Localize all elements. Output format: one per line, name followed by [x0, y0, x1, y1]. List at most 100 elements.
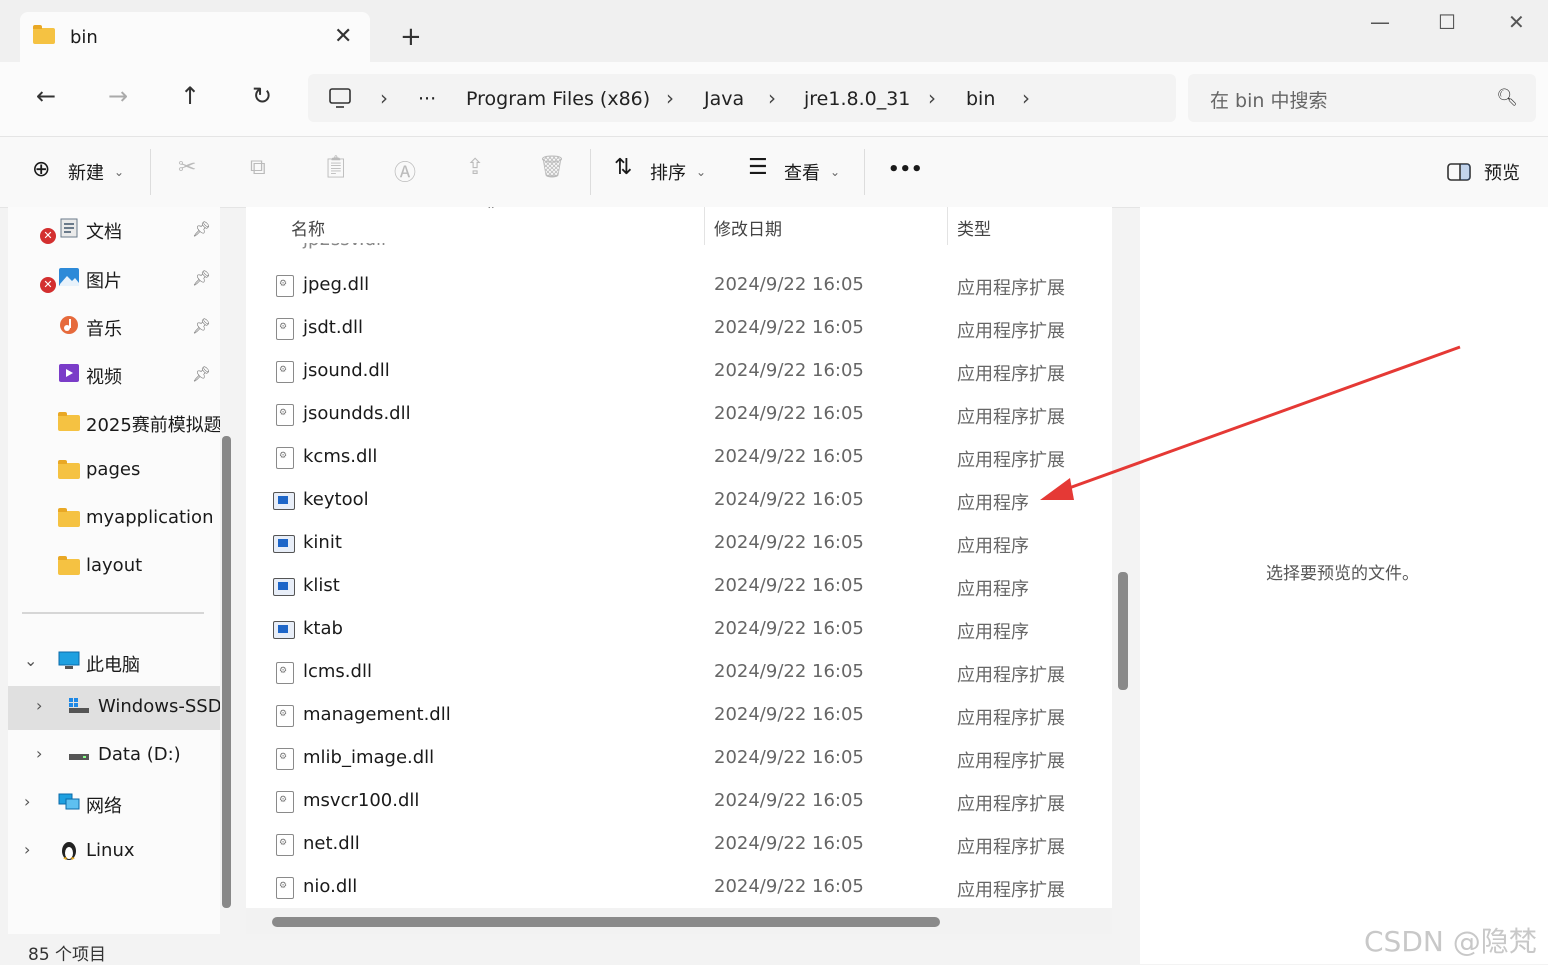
tab-bin[interactable]: bin ✕ — [20, 12, 370, 62]
breadcrumb-java[interactable]: Java — [704, 88, 744, 110]
preview-pane-icon[interactable] — [1447, 163, 1471, 183]
sidebar-scrollbar[interactable] — [222, 436, 231, 908]
sidebar-item-network[interactable]: › 网络 — [8, 782, 220, 826]
folder-icon — [33, 25, 55, 44]
plus-circle-icon[interactable]: ⊕ — [32, 157, 50, 182]
column-header-name[interactable]: 名称 — [291, 215, 325, 240]
file-row[interactable]: jsdt.dll2024/9/22 16:05应用程序扩展 — [246, 307, 1112, 350]
sidebar-item-windows-ssd[interactable]: › Windows-SSD — [8, 686, 220, 730]
breadcrumb-bin[interactable]: bin — [966, 88, 995, 110]
column-header-type[interactable]: 类型 — [957, 215, 991, 240]
file-row[interactable]: kcms.dll2024/9/22 16:05应用程序扩展 — [246, 436, 1112, 479]
file-row[interactable]: jpeg.dll 2024/9/22 16:05 应用程序扩展 — [246, 264, 1112, 307]
horizontal-scrollbar[interactable] — [272, 917, 940, 927]
file-row[interactable]: lcms.dll 2024/9/22 16:05 应用程序扩展 — [246, 651, 1112, 694]
column-divider[interactable] — [947, 207, 948, 245]
search-input[interactable]: 在 bin 中搜索 — [1210, 86, 1327, 113]
sidebar-item-folder[interactable]: pages — [8, 449, 220, 493]
file-row[interactable]: kinit 2024/9/22 16:05 应用程序 — [246, 522, 1112, 565]
refresh-button[interactable]: ↻ — [252, 82, 272, 110]
close-window-button[interactable]: ✕ — [1508, 10, 1525, 34]
sidebar-item-data-drive[interactable]: › Data (D:) — [8, 734, 220, 778]
breadcrumb-program-files[interactable]: Program Files (x86) — [466, 88, 650, 110]
copy-icon[interactable]: ⧉ — [250, 155, 266, 180]
file-row[interactable]: ktab 2024/9/22 16:05 应用程序 — [246, 608, 1112, 651]
file-type: 应用程序扩展 — [957, 708, 1065, 729]
breadcrumb-overflow[interactable]: ··· — [418, 88, 436, 110]
minimize-button[interactable]: — — [1370, 10, 1390, 34]
file-type: 应用程序 — [957, 579, 1029, 600]
sidebar-item-videos[interactable]: 视频 📌︎ — [8, 353, 220, 397]
chevron-down-icon[interactable]: ⌄ — [830, 165, 840, 179]
delete-icon[interactable]: 🗑︎ — [538, 155, 566, 180]
file-row[interactable]: mlib_image.dll 2024/9/22 16:05 应用程序扩展 — [246, 737, 1112, 780]
maximize-button[interactable]: ☐ — [1438, 10, 1456, 34]
file-row[interactable]: keytool 2024/9/22 16:05 应用程序 — [246, 479, 1112, 522]
chevron-right-icon[interactable]: › — [666, 86, 674, 110]
more-options-button[interactable]: ••• — [888, 159, 923, 180]
divider — [22, 612, 204, 614]
file-row[interactable]: klist 2024/9/22 16:05 应用程序 — [246, 565, 1112, 608]
sidebar-item-folder[interactable]: layout — [8, 545, 220, 589]
chevron-down-icon[interactable]: ⌄ — [24, 651, 37, 670]
dll-file-icon — [276, 834, 294, 856]
sort-button[interactable]: 排序 — [650, 159, 686, 185]
file-row[interactable]: management.dll 2024/9/22 16:05 应用程序扩展 — [246, 694, 1112, 737]
chevron-down-icon[interactable]: ⌄ — [696, 165, 706, 179]
column-divider[interactable] — [704, 207, 705, 245]
forward-button[interactable]: → — [108, 82, 128, 110]
search-box[interactable]: 在 bin 中搜索 🔍︎ — [1188, 74, 1536, 122]
view-button[interactable]: 查看 — [784, 159, 820, 185]
sidebar-item-this-pc[interactable]: ⌄ 此电脑 — [8, 641, 220, 685]
chevron-right-icon[interactable]: › — [1022, 86, 1030, 110]
close-icon[interactable]: ✕ — [334, 24, 352, 49]
chevron-right-icon[interactable]: › — [36, 744, 42, 763]
file-row[interactable]: nio.dll 2024/9/22 16:05 应用程序扩展 — [246, 866, 1112, 909]
chevron-down-icon[interactable]: ⌄ — [114, 165, 124, 179]
file-name: nio.dll — [303, 876, 358, 897]
chevron-right-icon[interactable]: › — [24, 792, 30, 811]
sidebar-item-label: 网络 — [86, 796, 122, 817]
new-button[interactable]: 新建 — [68, 159, 104, 185]
chevron-right-icon[interactable]: › — [380, 86, 388, 110]
rename-icon[interactable]: Ⓐ — [394, 155, 416, 187]
file-type: 应用程序扩展 — [957, 751, 1065, 772]
sidebar-item-folder[interactable]: myapplication — [8, 497, 220, 541]
back-button[interactable]: ← — [36, 82, 56, 110]
file-row[interactable]: net.dll 2024/9/22 16:05 应用程序扩展 — [246, 823, 1112, 866]
file-row[interactable]: msvcr100.dll 2024/9/22 16:05 应用程序扩展 — [246, 780, 1112, 823]
file-modified: 2024/9/22 16:05 — [714, 618, 864, 639]
search-icon[interactable]: 🔍︎ — [1496, 88, 1518, 108]
share-icon[interactable]: ⇪ — [466, 155, 484, 180]
sidebar-item-linux[interactable]: › Linux — [8, 830, 220, 874]
chevron-right-icon[interactable]: › — [36, 696, 42, 715]
sidebar-item-folder[interactable]: 2025赛前模拟题 — [8, 401, 220, 445]
file-row[interactable]: jsound.dll2024/9/22 16:05应用程序扩展 — [246, 350, 1112, 393]
cut-icon[interactable]: ✂ — [178, 155, 196, 180]
column-header-modified[interactable]: 修改日期 — [714, 215, 782, 240]
divider — [864, 149, 865, 195]
plus-icon[interactable]: + — [400, 22, 422, 52]
file-type: 应用程序扩展 — [957, 794, 1065, 815]
pictures-icon — [59, 268, 79, 286]
sort-ascending-icon: ⌃ — [486, 207, 497, 217]
file-row[interactable]: jsoundds.dll2024/9/22 16:05应用程序扩展 — [246, 393, 1112, 436]
breadcrumb-jre[interactable]: jre1.8.0_31 — [804, 88, 910, 110]
sidebar-item-documents[interactable]: ✕ 文档 📌︎ — [8, 208, 220, 252]
sidebar-item-pictures[interactable]: ✕ 图片 📌︎ — [8, 257, 220, 301]
address-bar[interactable]: › ··· Program Files (x86) › Java › jre1.… — [308, 74, 1176, 122]
preview-button[interactable]: 预览 — [1484, 159, 1520, 185]
chevron-right-icon[interactable]: › — [24, 840, 30, 859]
paste-icon[interactable]: 📋︎ — [322, 155, 350, 180]
chevron-right-icon[interactable]: › — [768, 86, 776, 110]
view-icon[interactable]: ☰ — [748, 155, 768, 180]
pin-icon: 📌︎ — [192, 317, 212, 335]
up-button[interactable]: ↑ — [180, 82, 200, 110]
file-name: lcms.dll — [303, 661, 372, 682]
chevron-right-icon[interactable]: › — [928, 86, 936, 110]
sort-icon[interactable]: ⇅ — [614, 155, 632, 180]
sidebar-item-label: pages — [86, 459, 141, 480]
file-list-scrollbar[interactable] — [1118, 572, 1128, 690]
sidebar-item-music[interactable]: 音乐 📌︎ — [8, 305, 220, 349]
navigation-pane: ✕ 文档 📌︎ ✕ 图片 📌︎ 音乐 📌︎ 视频 📌︎ 2025赛前模拟题 pa… — [8, 207, 220, 934]
